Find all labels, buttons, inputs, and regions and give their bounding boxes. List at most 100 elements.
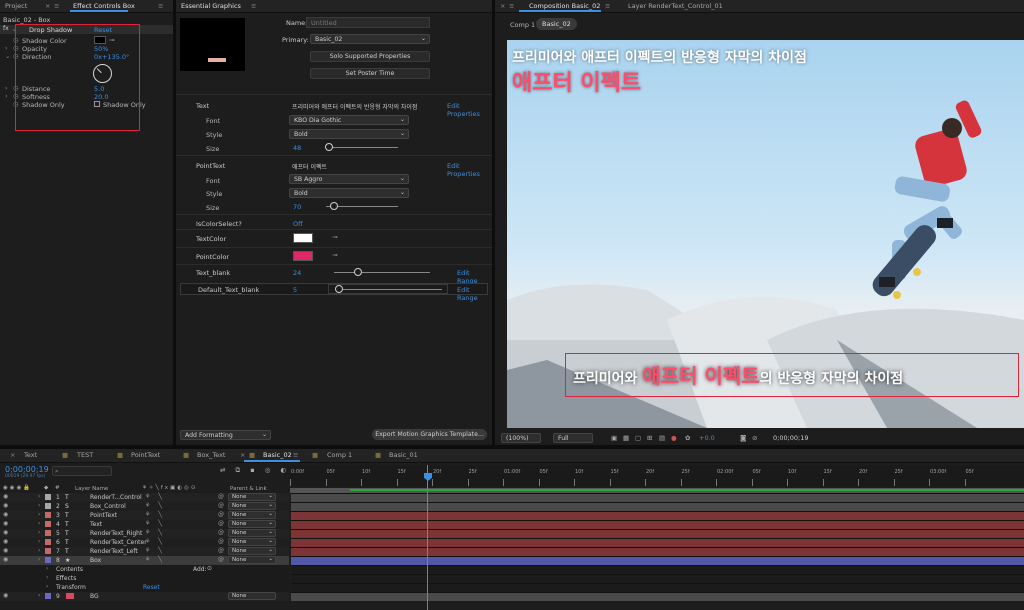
tab-composition[interactable]: Composition Basic_02 xyxy=(529,2,600,10)
expand-chevron-icon[interactable]: › xyxy=(38,502,40,509)
layer-name[interactable]: RenderText_Right xyxy=(90,530,142,537)
visibility-eye-icon[interactable]: ◉ xyxy=(3,592,8,599)
close-icon[interactable]: × xyxy=(500,2,505,10)
expand-chevron-icon[interactable]: › xyxy=(46,565,48,572)
menu-icon[interactable]: ≡ xyxy=(54,2,59,10)
tab-timeline[interactable]: Text xyxy=(24,451,37,459)
layer-name[interactable]: RenderText_Left xyxy=(90,548,138,555)
label-color-swatch[interactable] xyxy=(45,593,51,599)
viewer-timecode[interactable]: 0;00;00;19 xyxy=(773,434,809,442)
layer-name[interactable]: Box xyxy=(90,557,101,564)
expand-chevron-icon[interactable]: › xyxy=(38,493,40,500)
text-font-dropdown[interactable]: KBO Dia Gothic ⌄ xyxy=(289,115,409,125)
close-icon[interactable]: × xyxy=(240,451,245,459)
pointcolor-swatch[interactable] xyxy=(293,251,313,261)
visibility-eye-icon[interactable]: ◉ xyxy=(3,493,8,500)
parent-dropdown[interactable]: None xyxy=(228,592,276,600)
visibility-eye-icon[interactable]: ◉ xyxy=(3,538,8,545)
expand-chevron-icon[interactable]: › xyxy=(46,583,48,590)
layer-row[interactable]: ◉ › 8 ★ Box ⚘ ╲ @ None ⌄ xyxy=(0,556,289,565)
text-style-dropdown[interactable]: Bold ⌄ xyxy=(289,129,409,139)
visibility-eye-icon[interactable]: ◉ xyxy=(3,556,8,563)
layer-row[interactable]: ◉ › 6 T RenderText_Center ⚘ ╲ @ None ⌄ xyxy=(0,538,289,547)
layer-name-header[interactable]: Layer Name xyxy=(75,486,108,492)
point-size-slider-knob[interactable] xyxy=(330,202,338,210)
exposure-value[interactable]: +0.0 xyxy=(699,434,715,442)
name-input[interactable]: Untitled xyxy=(306,17,430,28)
layer-switches-icons[interactable]: ⚘ ╲ xyxy=(145,529,165,536)
layer-name[interactable]: RenderT...Control xyxy=(90,494,142,501)
reset-link[interactable]: Reset xyxy=(143,584,160,591)
text-blank-slider-knob[interactable] xyxy=(354,268,362,276)
expand-chevron-icon[interactable]: › xyxy=(38,511,40,518)
layer-row[interactable]: ◉ › 2 S Box_Control ⚘ ╲ @ None ⌄ xyxy=(0,502,289,511)
pickwhip-icon[interactable]: @ xyxy=(218,556,224,563)
label-color-swatch[interactable] xyxy=(45,512,51,518)
mask-icon[interactable]: ▢ xyxy=(635,434,641,442)
layer-name[interactable]: PointText xyxy=(90,512,117,519)
pointtext-section-value[interactable]: 애프터 이펙트 xyxy=(292,162,327,171)
expand-chevron-icon[interactable]: › xyxy=(38,592,40,599)
eyedropper-icon[interactable]: ⊸ xyxy=(332,251,337,259)
layer-switches-icons[interactable]: ⚘ ╲ xyxy=(145,556,165,563)
chevron-right-icon[interactable]: › xyxy=(5,92,8,100)
layer-switches-icons[interactable]: ⚘ ╲ xyxy=(145,547,165,554)
eyedropper-icon[interactable]: ⊸ xyxy=(332,233,337,241)
expand-chevron-icon[interactable]: › xyxy=(38,547,40,554)
add-formatting-dropdown[interactable]: Add Formatting ⌄ xyxy=(180,430,271,440)
textcolor-swatch[interactable] xyxy=(293,233,313,243)
text-size-slider-knob[interactable] xyxy=(325,143,333,151)
add-icon[interactable]: ⊙ xyxy=(207,565,212,572)
label-color-swatch[interactable] xyxy=(45,530,51,536)
solo-supported-button[interactable]: Solo Supported Properties xyxy=(310,51,430,62)
expand-chevron-icon[interactable]: › xyxy=(38,556,40,563)
layer-duration-bar[interactable] xyxy=(291,538,1024,547)
text-section-value[interactable]: 프리미어와 애프터 이펙트의 반응형 자막의 차이점 xyxy=(292,102,417,111)
label-color-swatch[interactable] xyxy=(45,503,51,509)
layer-duration-bar[interactable] xyxy=(291,529,1024,538)
panel-menu-icon[interactable]: ≡ xyxy=(605,2,610,10)
edit-properties-link[interactable]: Edit Properties xyxy=(447,162,492,178)
tab-timeline[interactable]: Box_Text xyxy=(197,451,225,459)
edit-properties-link[interactable]: Edit Properties xyxy=(447,102,492,118)
expand-chevron-icon[interactable]: › xyxy=(46,574,48,581)
tab-timeline[interactable]: Comp 1 xyxy=(327,451,352,459)
pickwhip-icon[interactable]: @ xyxy=(218,538,224,545)
layer-row[interactable]: ◉ › 4 T Text ⚘ ╲ @ None ⌄ xyxy=(0,520,289,529)
layer-switches-icons[interactable]: ⚘ ╲ xyxy=(145,502,165,509)
parent-dropdown[interactable]: None ⌄ xyxy=(228,529,276,537)
edit-range-link[interactable]: Edit Range xyxy=(457,286,492,302)
tab-timeline[interactable]: PointText xyxy=(131,451,160,459)
label-color-swatch[interactable] xyxy=(45,548,51,554)
layer-duration-bar[interactable] xyxy=(291,592,1024,601)
expand-chevron-icon[interactable]: › xyxy=(38,538,40,545)
tab-timeline[interactable]: Basic_01 xyxy=(389,451,418,459)
visibility-eye-icon[interactable]: ◉ xyxy=(3,547,8,554)
transparency-grid-icon[interactable]: ▦ xyxy=(623,434,629,442)
tab-project[interactable]: Project xyxy=(5,2,27,10)
settings-gear-icon[interactable]: ✿ xyxy=(685,434,690,442)
layer-row[interactable]: ◉ › 9 BG None xyxy=(0,592,289,601)
layer-duration-bar[interactable] xyxy=(291,520,1024,529)
fx-badge[interactable]: fx xyxy=(3,25,9,32)
label-color-swatch[interactable] xyxy=(45,494,51,500)
snapshot-icon[interactable]: ⊘ xyxy=(752,434,757,442)
panel-menu-icon[interactable]: ≡ xyxy=(251,2,256,10)
tab-layer[interactable]: Layer RenderText_Control_01 xyxy=(628,2,723,10)
layer-name[interactable]: Box_Control xyxy=(90,503,126,510)
default-blank-value[interactable]: 5 xyxy=(293,286,297,294)
layer-duration-bar[interactable] xyxy=(291,511,1024,520)
layer-name[interactable]: RenderText_Center xyxy=(90,539,147,546)
parent-dropdown[interactable]: None ⌄ xyxy=(228,520,276,528)
layer-switches-icons[interactable]: ⚘ ╲ xyxy=(145,493,165,500)
iscolorselect-value[interactable]: Off xyxy=(293,220,303,228)
tab-timeline-active[interactable]: Basic_02 xyxy=(263,451,292,459)
panel-menu-icon[interactable]: ≡ xyxy=(158,2,163,10)
text-size-slider-track[interactable] xyxy=(326,147,398,148)
parent-dropdown[interactable]: None ⌄ xyxy=(228,502,276,510)
pickwhip-icon[interactable]: @ xyxy=(218,547,224,554)
label-color-swatch[interactable] xyxy=(45,539,51,545)
export-mogrt-button[interactable]: Export Motion Graphics Template... xyxy=(372,429,487,440)
point-style-dropdown[interactable]: Bold ⌄ xyxy=(289,188,409,198)
default-blank-slider-track[interactable] xyxy=(336,289,442,290)
